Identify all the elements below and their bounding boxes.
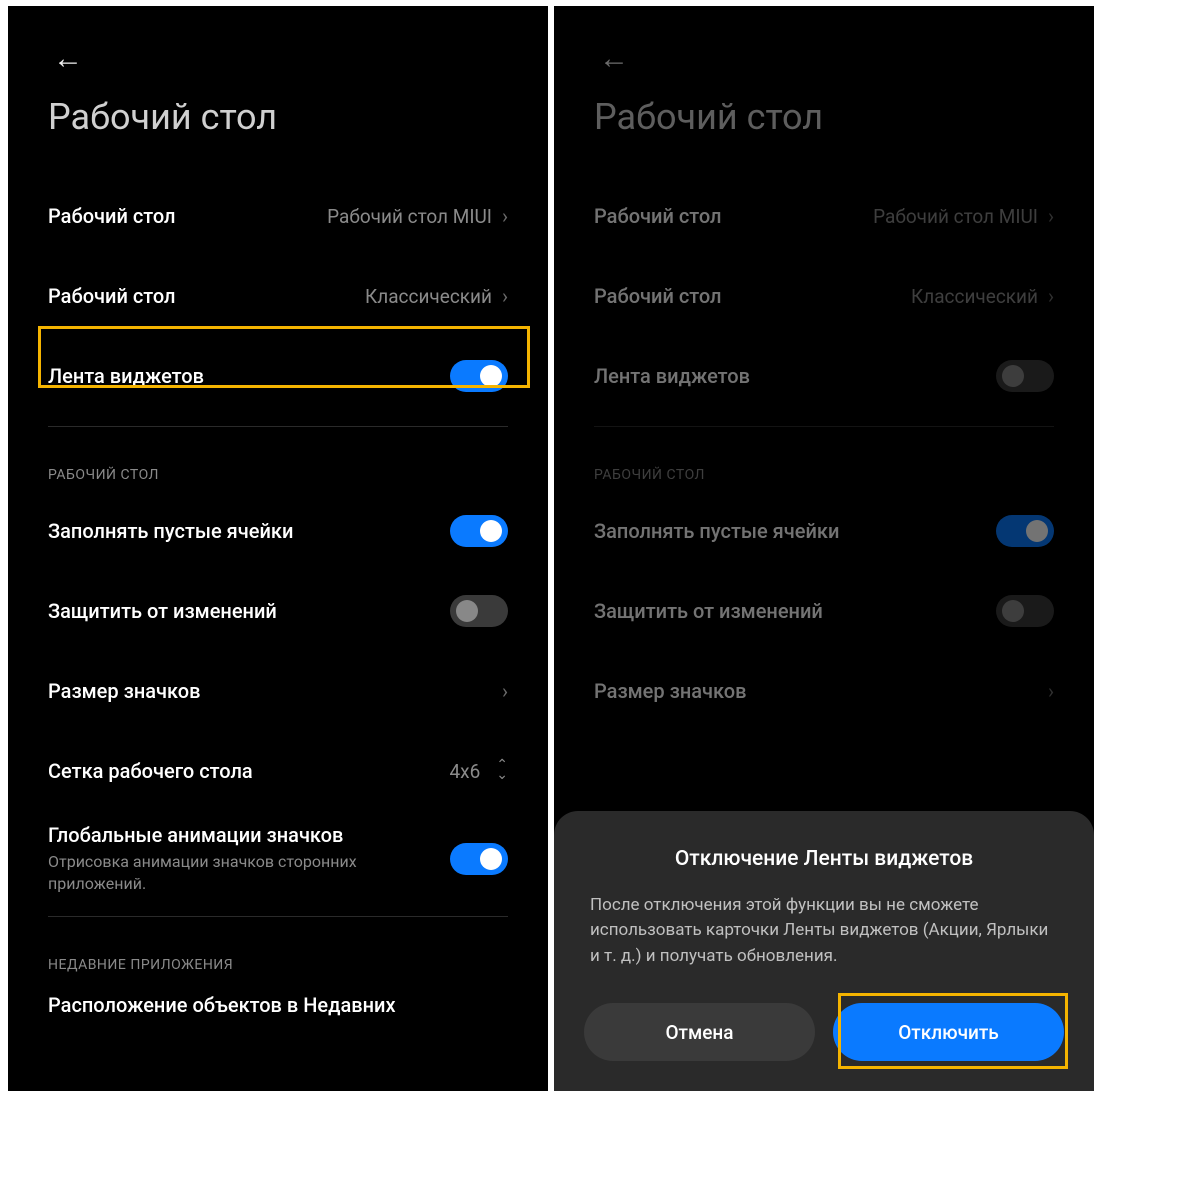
row-label: Лента виджетов [48,364,204,388]
confirm-dialog: Отключение Ленты виджетов После отключен… [554,811,1094,1092]
row-launcher[interactable]: Рабочий стол Рабочий стол MIUI › [48,176,508,256]
row-label: Сетка рабочего стола [48,759,253,783]
dialog-buttons: Отмена Отключить [584,1003,1064,1061]
row-value: Классический › [365,284,508,308]
row-label: Размер значков [48,679,200,703]
row-icon-size[interactable]: Размер значков › [48,651,508,731]
row-style[interactable]: Рабочий стол Классический › [48,256,508,336]
row-fill-empty[interactable]: Заполнять пустые ячейки [48,491,508,571]
page-title: Рабочий стол [48,96,277,138]
row-label: Рабочий стол [48,204,176,228]
screenshot-left: ← Рабочий стол Рабочий стол Рабочий стол… [8,6,548,1091]
row-label: Глобальные анимации значков [48,823,388,847]
dialog-body: После отключения этой функции вы не смож… [584,893,1064,970]
row-label: Защитить от изменений [48,599,277,623]
stepper-icon: ⌃⌄ [496,761,508,781]
chevron-right-icon: › [502,679,508,703]
row-label: Заполнять пустые ячейки [48,519,293,543]
row-lock-layout[interactable]: Защитить от изменений [48,571,508,651]
chevron-right-icon: › [502,204,508,228]
row-widget-feed[interactable]: Лента виджетов [48,336,508,416]
settings-list: Рабочий стол Рабочий стол MIUI › Рабочий… [8,176,548,1029]
screenshot-right: ← Рабочий стол Рабочий стол Рабочий стол… [554,6,1094,1091]
dialog-title: Отключение Ленты виджетов [584,847,1064,871]
toggle-lock-layout[interactable] [450,595,508,627]
toggle-global-anim[interactable] [450,843,508,875]
row-label: Рабочий стол [48,284,176,308]
toggle-fill-empty[interactable] [450,515,508,547]
section-header: НЕДАВНИЕ ПРИЛОЖЕНИЯ [48,927,508,981]
row-sublabel: Отрисовка анимации значков сторонних при… [48,851,388,894]
divider [48,426,508,427]
row-grid[interactable]: Сетка рабочего стола 4x6 ⌃⌄ [48,731,508,811]
back-arrow-icon[interactable]: ← [53,41,83,76]
row-label: Расположение объектов в Недавних [48,993,396,1017]
row-global-anim[interactable]: Глобальные анимации значков Отрисовка ан… [48,811,508,906]
chevron-right-icon: › [502,284,508,308]
cancel-button[interactable]: Отмена [584,1003,815,1061]
divider [48,916,508,917]
toggle-widget-feed[interactable] [450,360,508,392]
row-recent-layout[interactable]: Расположение объектов в Недавних [48,981,508,1029]
row-value: Рабочий стол MIUI › [327,204,508,228]
confirm-button[interactable]: Отключить [833,1003,1064,1061]
section-header: РАБОЧИЙ СТОЛ [48,437,508,491]
row-value: 4x6 ⌃⌄ [449,760,508,783]
